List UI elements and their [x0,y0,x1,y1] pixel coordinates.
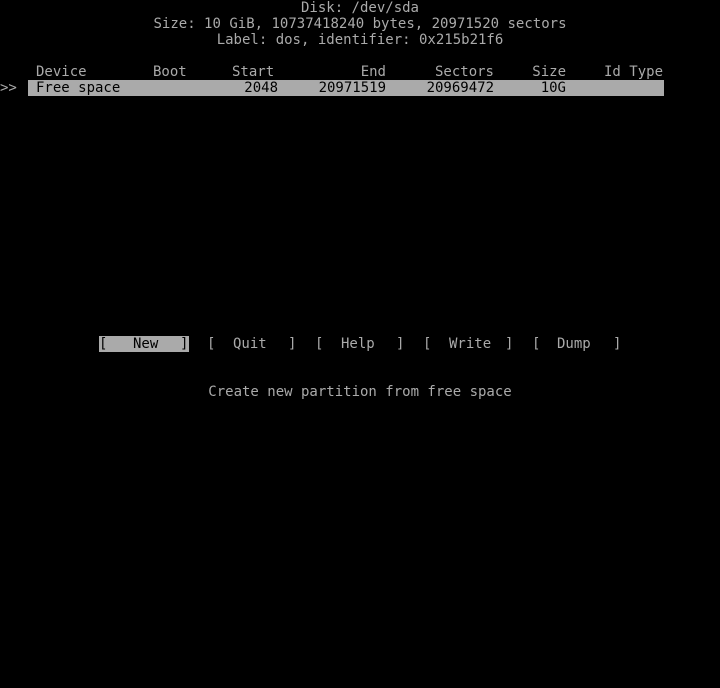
help-button-right-bracket: ] [396,336,405,352]
disk-title: Disk: /dev/sda [300,0,419,16]
column-header-start: Start [232,64,275,80]
write-button-right-bracket: ] [505,336,514,352]
help-button[interactable]: Help [341,336,375,352]
disk-label-info: Label: dos, identifier: 0x215b21f6 [216,32,504,48]
quit-button[interactable]: Quit [233,336,267,352]
new-button-left-bracket: [ [99,336,108,352]
column-header-id-type: Id Type [604,64,664,80]
dump-button[interactable]: Dump [557,336,591,352]
table-row[interactable]: >> Free space 2048 20971519 20969472 10G [0,80,720,96]
write-button[interactable]: Write [449,336,491,352]
dump-button-left-bracket: [ [532,336,541,352]
row-sectors: 20969472 [414,80,494,96]
new-button[interactable]: New [133,336,158,352]
quit-button-left-bracket: [ [207,336,216,352]
new-button-right-bracket: ] [180,336,189,352]
row-size: 10G [516,80,566,96]
row-start: 2048 [218,80,278,96]
write-button-left-bracket: [ [423,336,432,352]
column-header-end: End [360,64,386,80]
status-hint: Create new partition from free space [208,384,512,400]
row-end: 20971519 [306,80,386,96]
menu-bar: [ New ] [ Quit ] [ Help ] [ Write ] [ Du… [0,336,720,352]
column-header-size: Size [532,64,566,80]
dump-button-right-bracket: ] [613,336,622,352]
row-device: Free space [36,80,121,96]
table-header: Device Boot Start End Sectors Size Id Ty… [0,64,720,80]
column-header-sectors: Sectors [434,64,494,80]
column-header-boot: Boot [153,64,187,80]
help-button-left-bracket: [ [315,336,324,352]
column-header-device: Device [36,64,87,80]
quit-button-right-bracket: ] [288,336,297,352]
row-selection-marker: >> [0,80,17,96]
disk-size-info: Size: 10 GiB, 10737418240 bytes, 2097152… [153,16,567,32]
